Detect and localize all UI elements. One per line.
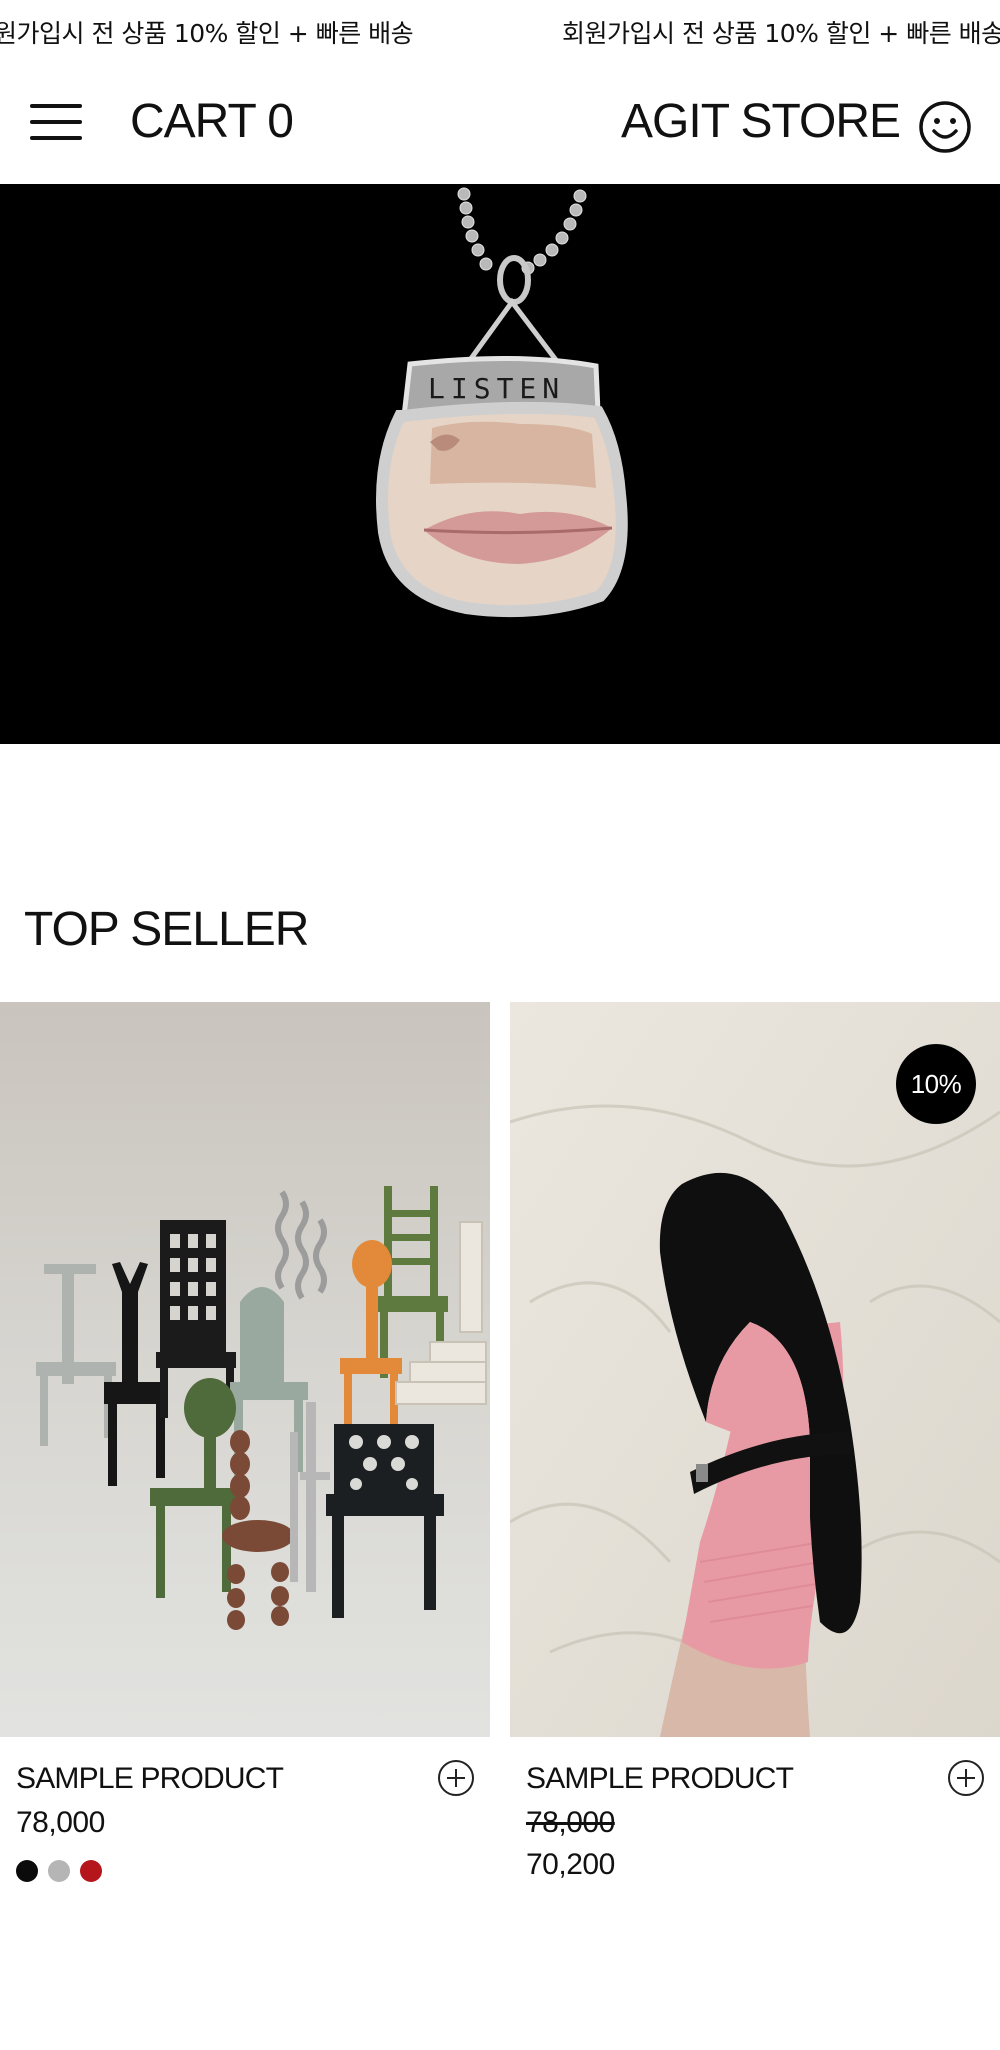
color-swatch-red[interactable] xyxy=(80,1860,102,1882)
color-swatch-grey[interactable] xyxy=(48,1860,70,1882)
discount-badge: 10% xyxy=(896,1044,976,1124)
color-swatch-black[interactable] xyxy=(16,1860,38,1882)
announcement-bar: 원가입시 전 상품 10% 할인 + 빠른 배송 회원가입시 전 상품 10% … xyxy=(0,0,1000,66)
original-price: 78,000 xyxy=(526,1806,615,1839)
product-card[interactable]: SAMPLE PRODUCT 78,000 xyxy=(0,1002,490,1882)
cart-link[interactable]: CART 0 xyxy=(130,94,294,149)
product-image-shoe[interactable]: 10% xyxy=(510,1002,1000,1737)
product-name[interactable]: SAMPLE PRODUCT xyxy=(16,1762,284,1796)
product-image-chairs[interactable] xyxy=(0,1002,490,1737)
announcement-text: 원가입시 전 상품 10% 할인 + 빠른 배송 xyxy=(0,19,414,48)
pendant-necklace-image: LISTEN xyxy=(376,187,628,618)
product-price: 78,000 xyxy=(16,1806,105,1839)
miniature-chairs-image xyxy=(0,1002,490,1737)
add-to-cart-plus-icon[interactable] xyxy=(946,1758,986,1798)
section-title-top-seller: TOP SELLER xyxy=(24,903,309,956)
sale-price: 70,200 xyxy=(526,1848,615,1881)
smiley-icon[interactable] xyxy=(918,100,972,154)
announcement-text-repeat: 회원가입시 전 상품 10% 할인 + 빠른 배송 xyxy=(562,19,1000,48)
hamburger-menu-icon[interactable] xyxy=(30,102,82,142)
product-card[interactable]: 10% SAMPLE PRODUCT 78,000 70,200 xyxy=(510,1002,1000,1881)
color-swatches xyxy=(16,1860,102,1882)
add-to-cart-plus-icon[interactable] xyxy=(436,1758,476,1798)
pendant-engraving: LISTEN xyxy=(428,372,565,405)
brand-logo[interactable]: AGIT STORE xyxy=(621,94,901,149)
hero-banner[interactable]: LISTEN xyxy=(0,184,1000,744)
product-name[interactable]: SAMPLE PRODUCT xyxy=(526,1762,794,1796)
site-header: CART 0 AGIT STORE xyxy=(0,66,1000,184)
